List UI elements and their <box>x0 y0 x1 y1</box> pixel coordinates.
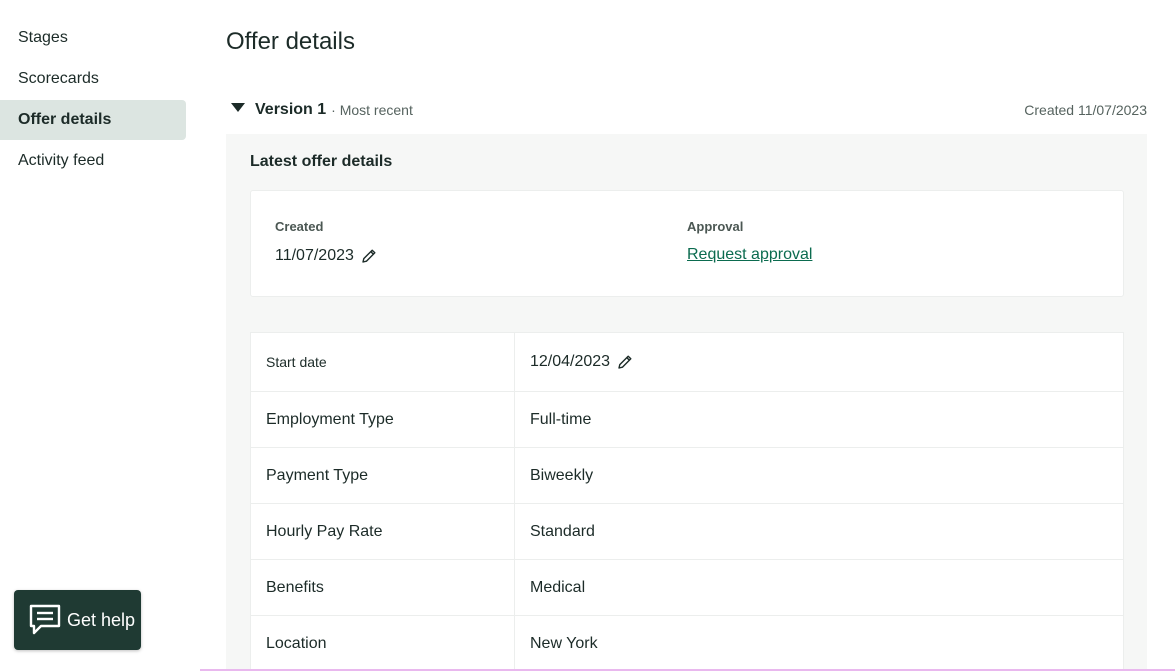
sidebar-item-stages[interactable]: Stages <box>0 18 186 58</box>
row-value: Full-time <box>530 410 592 428</box>
page-title: Offer details <box>226 28 355 55</box>
created-value: 11/07/2023 <box>275 247 378 265</box>
offer-details-table: Start date 12/04/2023 Employment Type Fu… <box>250 332 1124 671</box>
row-value: 12/04/2023 <box>515 333 1123 391</box>
approval-label: Approval <box>687 219 744 234</box>
sidebar: Stages Scorecards Offer details Activity… <box>0 18 186 182</box>
row-key: Location <box>251 616 515 671</box>
created-date-text: 11/07/2023 <box>275 247 354 264</box>
page: Stages Scorecards Offer details Activity… <box>0 0 1175 671</box>
caret-down-icon[interactable] <box>231 102 245 112</box>
row-key: Start date <box>251 333 515 391</box>
sidebar-item-offer-details[interactable]: Offer details <box>0 100 186 140</box>
get-help-label: Get help <box>67 609 136 630</box>
row-key: Payment Type <box>251 448 515 503</box>
sidebar-item-scorecards[interactable]: Scorecards <box>0 59 186 99</box>
start-date-text: 12/04/2023 <box>530 353 611 370</box>
get-help-button[interactable]: Get help <box>14 590 141 650</box>
request-approval-link[interactable]: Request approval <box>687 246 812 264</box>
version-meta: · Most recent <box>331 102 413 118</box>
pencil-icon[interactable] <box>360 247 378 265</box>
chat-icon <box>27 602 63 638</box>
row-value: New York <box>530 634 598 652</box>
row-key: Employment Type <box>251 392 515 447</box>
table-row: Payment Type Biweekly <box>251 448 1123 504</box>
table-row: Hourly Pay Rate Standard <box>251 504 1123 560</box>
pencil-icon[interactable] <box>616 353 634 371</box>
panel-heading: Latest offer details <box>250 153 393 170</box>
version-created-date: Created 11/07/2023 <box>1024 102 1147 118</box>
row-value: Biweekly <box>530 466 594 484</box>
table-row: Benefits Medical <box>251 560 1123 616</box>
summary-card: Created 11/07/2023 Approval Request appr… <box>250 190 1124 297</box>
table-row: Location New York <box>251 616 1123 671</box>
version-label[interactable]: Version 1 <box>255 101 326 119</box>
row-key: Hourly Pay Rate <box>251 504 515 559</box>
sidebar-item-activity-feed[interactable]: Activity feed <box>0 141 186 181</box>
offer-panel: Latest offer details Created 11/07/2023 … <box>226 134 1147 671</box>
row-value: Standard <box>530 522 595 540</box>
created-label: Created <box>275 219 324 234</box>
table-row: Employment Type Full-time <box>251 392 1123 448</box>
table-row: Start date 12/04/2023 <box>251 333 1123 392</box>
row-value: Medical <box>530 578 586 596</box>
version-header: Version 1 · Most recent Created 11/07/20… <box>226 98 1147 122</box>
row-key: Benefits <box>251 560 515 615</box>
